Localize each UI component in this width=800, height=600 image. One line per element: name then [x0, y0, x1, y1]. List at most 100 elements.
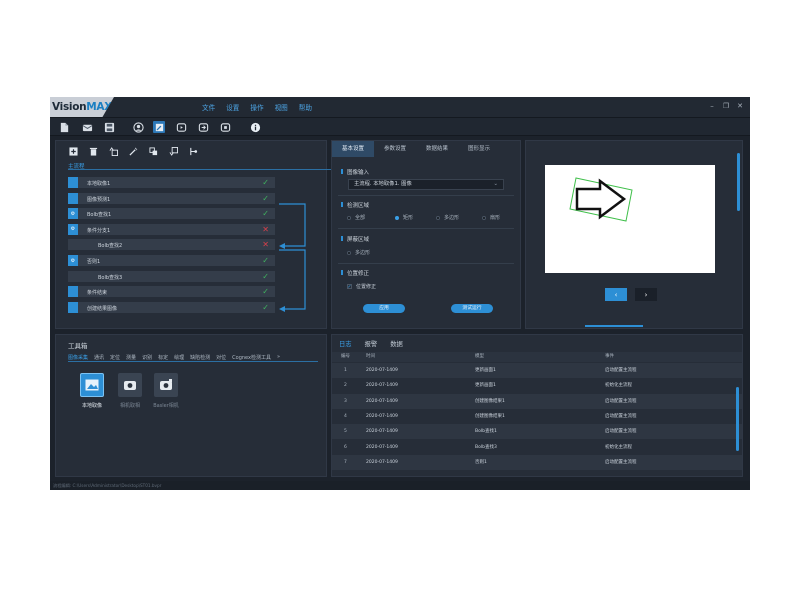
tab-locate[interactable]: 定位 [110, 354, 120, 361]
log-model: 更新画面1 [475, 368, 496, 373]
tab-data[interactable]: 数据 [390, 339, 403, 348]
add-icon[interactable] [68, 146, 78, 156]
log-event: 初始化主流程 [605, 383, 632, 389]
tab-graphics-display[interactable]: 图形显示 [458, 141, 500, 157]
tool-basler-camera-label: Basler相机 [153, 403, 179, 409]
tab-cognex[interactable]: Cognex检测工具 [232, 354, 271, 361]
log-row[interactable]: 5 2020-07-1409 Bolb查找1 启动配置主流程 [332, 424, 742, 440]
menu-operate[interactable]: 操作 [250, 97, 263, 117]
log-row[interactable]: 3 2020-07-1409 创建图像结果1 启动配置主流程 [332, 393, 742, 409]
radio-rect-label: 矩形 [403, 215, 414, 221]
tool-branch-icon[interactable] [188, 146, 198, 156]
new-file-icon[interactable] [58, 121, 70, 133]
log-scrollbar[interactable] [736, 387, 739, 451]
tab-comm[interactable]: 通讯 [94, 354, 104, 361]
tab-recognize[interactable]: 识别 [142, 354, 152, 361]
gear-icon: ⚙ [68, 255, 78, 266]
arrow-image [569, 177, 633, 222]
wand-icon[interactable] [128, 146, 138, 156]
run-loop-icon[interactable] [197, 121, 209, 133]
log-time: 2020-07-1409 [366, 429, 398, 435]
log-row[interactable]: 1 2020-07-1409 更新画面1 启动配置主流程 [332, 363, 742, 378]
run-once-icon[interactable] [175, 121, 187, 133]
flow-step[interactable]: ⚙ Bolb查找1 ✓ [68, 208, 275, 220]
move-up-icon[interactable] [108, 146, 118, 156]
move-down-icon[interactable] [168, 146, 178, 156]
delete-icon[interactable] [88, 146, 98, 156]
log-row[interactable]: 7 2020-07-1409 否则1 启动配置主流程 [332, 454, 742, 470]
tab-calibrate[interactable]: 标定 [158, 354, 168, 361]
prev-image-button[interactable]: ‹ [605, 288, 627, 301]
radio-all[interactable]: 全部 [347, 214, 365, 221]
flow-step[interactable]: 条件结束 ✓ [68, 286, 275, 298]
menu-help[interactable]: 帮助 [299, 97, 312, 117]
cross-icon: ✕ [262, 224, 269, 234]
image-canvas[interactable] [545, 165, 715, 273]
position-fix-checkbox[interactable]: ✓ 位置修正 [347, 283, 376, 290]
radio-rect[interactable]: 矩形 [395, 214, 413, 221]
tab-measure[interactable]: 测量 [126, 354, 136, 361]
flow-panel: 主流程 本地取像1 ✓ 图像预测1 ✓ ⚙ Bolb查找1 ✓ ⚙ 条件分支1 ✕ Bolb查找2 ✕… [55, 140, 338, 329]
detect-region-label: 检测区域 [340, 202, 370, 209]
flow-step[interactable]: ⚙ 否则1 ✓ [68, 255, 275, 266]
tab-defect[interactable]: 缺陷检测 [190, 354, 210, 361]
tool-basler-camera[interactable]: Basler相机 [152, 373, 180, 409]
next-image-button[interactable]: › [635, 288, 657, 301]
log-tabs: 日志 报警 数据 [339, 339, 416, 348]
tab-param-settings[interactable]: 参数设置 [374, 141, 416, 157]
log-time: 2020-07-1409 [366, 413, 398, 419]
user-icon[interactable] [132, 121, 144, 133]
edit-flow-icon[interactable] [153, 121, 165, 133]
tool-local-image[interactable]: 本地取像 [78, 373, 106, 409]
close-icon[interactable]: ✕ [736, 102, 744, 110]
log-row[interactable]: 2 2020-07-1409 更新画面1 初始化主流程 [332, 378, 742, 394]
tab-process[interactable]: 绘理 [174, 354, 184, 361]
radio-sector[interactable]: 扇形 [482, 214, 500, 221]
tab-data-results[interactable]: 数据结果 [416, 141, 458, 157]
radio-mask-polygon[interactable]: 多边形 [347, 249, 370, 256]
flow-step[interactable]: Bolb查找3 ✓ [68, 270, 275, 282]
flow-step[interactable]: 本地取像1 ✓ [68, 177, 275, 188]
step-marker [68, 177, 78, 188]
apply-button[interactable]: 应用 [363, 304, 405, 313]
flow-step[interactable]: ⚙ 条件分支1 ✕ [68, 223, 275, 235]
open-icon[interactable] [81, 121, 93, 133]
flow-step[interactable]: 创建结果图像 ✓ [68, 301, 275, 313]
tool-camera-capture[interactable]: 相机取相 [116, 373, 144, 409]
test-run-button[interactable]: 测试运行 [451, 304, 493, 313]
log-row[interactable]: 6 2020-07-1409 Bolb查找3 初始化主流程 [332, 439, 742, 455]
menu-file[interactable]: 文件 [202, 97, 215, 117]
log-time: 2020-07-1409 [366, 368, 398, 373]
log-model: 创建图像结果1 [475, 398, 505, 404]
logo-suffix: MAX [86, 101, 113, 113]
tab-align[interactable]: 对位 [216, 354, 226, 361]
log-row[interactable]: 4 2020-07-1409 创建图像结果1 启动配置主流程 [332, 408, 742, 424]
menu-view[interactable]: 视图 [275, 97, 288, 117]
check-icon: ✓ [262, 287, 269, 297]
tabs-more-icon[interactable]: » [277, 354, 280, 361]
tab-log[interactable]: 日志 [339, 339, 352, 348]
restore-icon[interactable]: ❐ [722, 102, 730, 110]
preview-scrollbar[interactable] [737, 153, 740, 211]
log-time: 2020-07-1409 [366, 383, 398, 389]
tab-alarm[interactable]: 报警 [365, 339, 378, 348]
minimize-icon[interactable]: – [708, 102, 716, 110]
gear-icon: ⚙ [68, 223, 78, 235]
stop-icon[interactable] [219, 121, 231, 133]
copy-icon[interactable] [148, 146, 158, 156]
image-input-select[interactable]: 主流程. 本地取像1. 图像 ⌄ [348, 179, 504, 190]
log-num: 6 [344, 444, 347, 450]
menu-settings[interactable]: 设置 [226, 97, 239, 117]
image-icon [80, 373, 104, 397]
info-icon[interactable] [249, 121, 261, 133]
log-num: 2 [344, 383, 347, 389]
flow-step-label: 图像预测1 [87, 196, 111, 203]
save-icon[interactable] [103, 121, 115, 133]
radio-polygon[interactable]: 多边形 [436, 214, 459, 221]
step-marker [68, 286, 78, 298]
tab-image-acquire[interactable]: 图像采集 [68, 354, 88, 361]
flow-step[interactable]: Bolb查找2 ✕ [68, 239, 275, 251]
tab-basic-settings[interactable]: 基本设置 [332, 141, 375, 157]
flow-step[interactable]: 图像预测1 ✓ [68, 192, 275, 204]
divider [338, 195, 514, 196]
